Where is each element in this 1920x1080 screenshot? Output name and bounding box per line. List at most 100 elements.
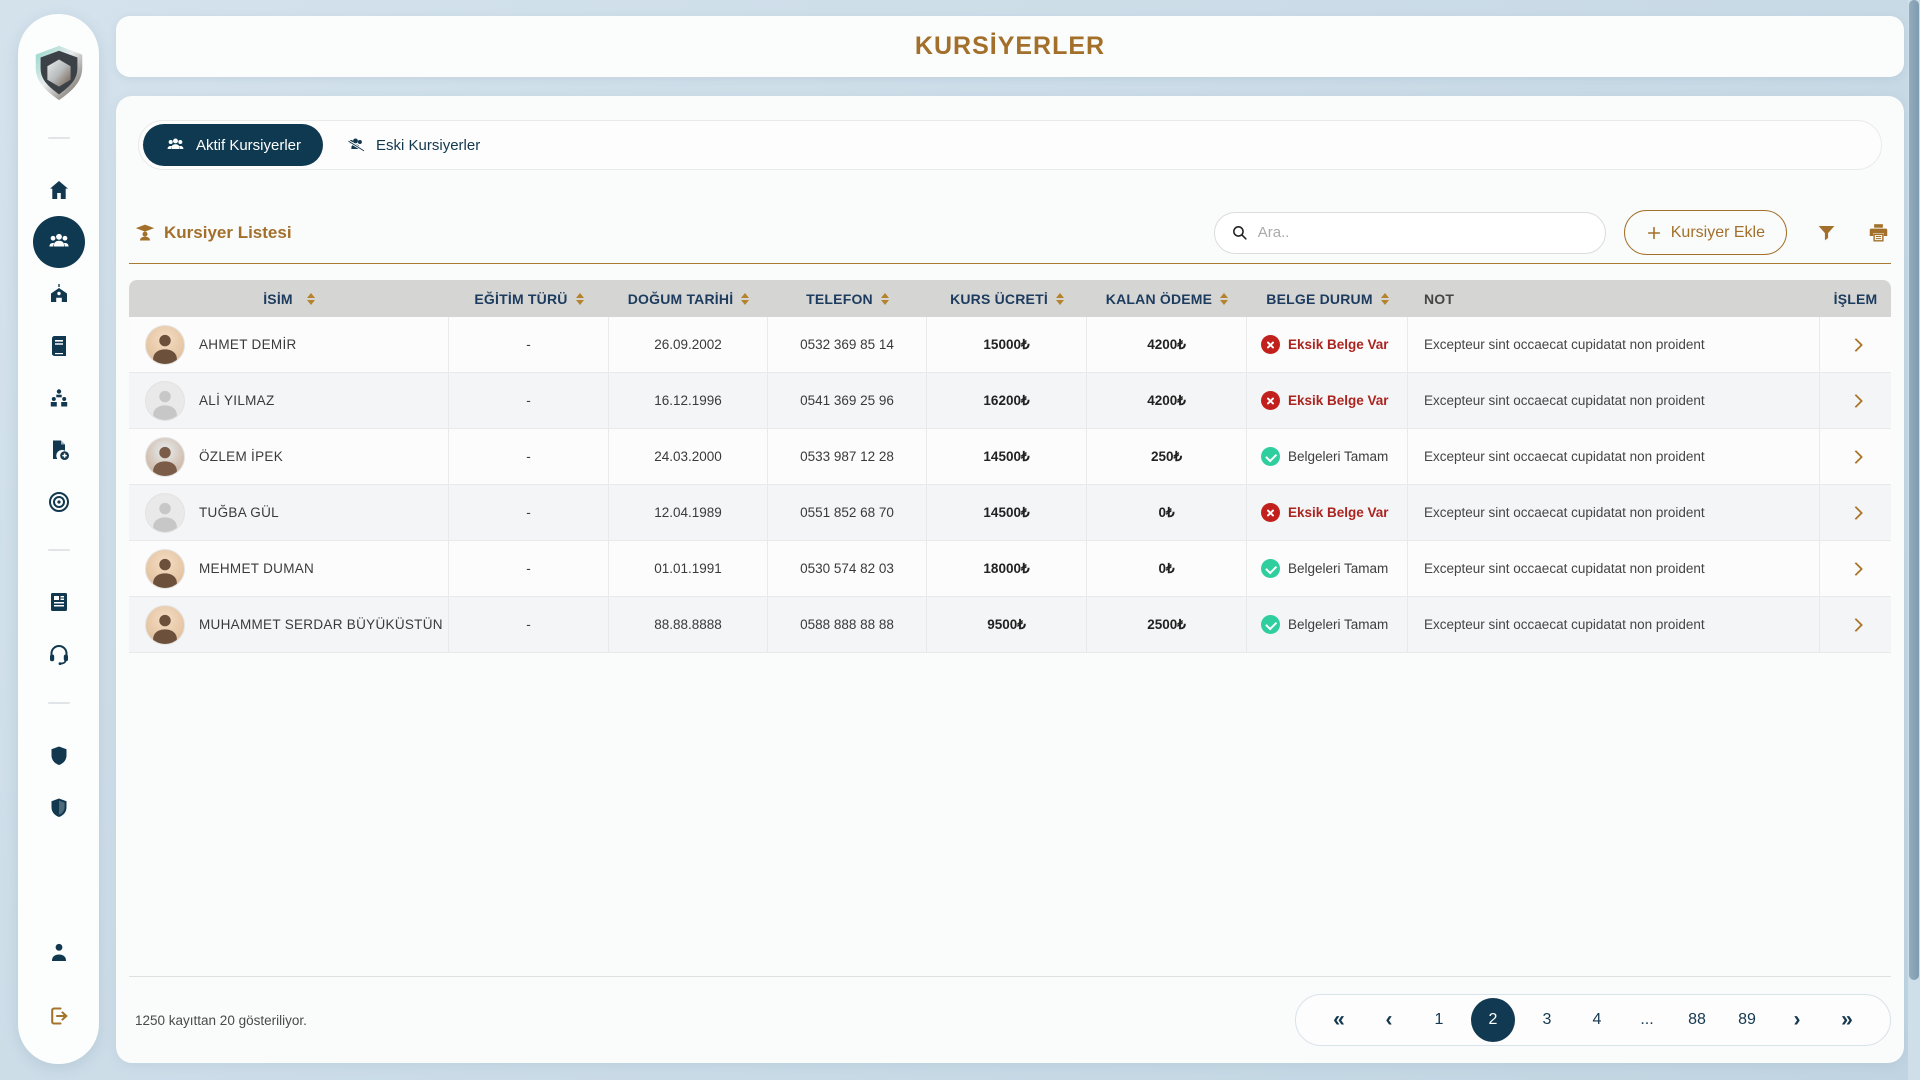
cell-egitim-turu: - bbox=[449, 317, 609, 372]
page-button-2[interactable]: 2 bbox=[1471, 998, 1515, 1042]
status-ok-icon bbox=[1261, 559, 1280, 578]
avatar-photo bbox=[145, 325, 185, 365]
sidebar-item-file-add[interactable] bbox=[33, 424, 85, 476]
column-header-belge[interactable]: BELGE DURUM bbox=[1247, 280, 1408, 317]
sidebar-item-users[interactable] bbox=[33, 216, 85, 268]
app-logo-shield bbox=[28, 42, 90, 104]
row-detail-chevron-icon[interactable] bbox=[1848, 393, 1862, 407]
cell-dogum-tarihi: 88.88.8888 bbox=[609, 597, 768, 652]
page-prev-button[interactable]: ‹ bbox=[1371, 998, 1407, 1042]
search-icon bbox=[1231, 224, 1248, 241]
table-row[interactable]: ALİ YILMAZ-16.12.19960541 369 25 9616200… bbox=[129, 373, 1891, 429]
gold-divider bbox=[129, 263, 1891, 264]
filter-icon bbox=[1816, 222, 1837, 243]
table-row[interactable]: MUHAMMET SERDAR BÜYÜKÜSTÜN-88.88.8888058… bbox=[129, 597, 1891, 653]
sidebar-item-shield2[interactable] bbox=[33, 782, 85, 834]
belge-status-label: Belgeleri Tamam bbox=[1288, 617, 1388, 632]
print-button[interactable] bbox=[1865, 220, 1891, 246]
sidebar-item-headset[interactable] bbox=[33, 628, 85, 680]
column-header-not: NOT bbox=[1408, 280, 1820, 317]
table-row[interactable]: MEHMET DUMAN-01.01.19910530 574 82 03180… bbox=[129, 541, 1891, 597]
row-detail-chevron-icon[interactable] bbox=[1848, 617, 1862, 631]
column-header-kalan[interactable]: KALAN ÖDEME bbox=[1087, 280, 1247, 317]
sidebar-item-profile[interactable] bbox=[33, 926, 85, 978]
column-header-tel[interactable]: TELEFON bbox=[768, 280, 927, 317]
tab-eski-kursiyerler[interactable]: Eski Kursiyerler bbox=[323, 124, 502, 166]
cell-kalan-odeme: 4200₺ bbox=[1087, 373, 1247, 428]
home-icon bbox=[47, 178, 71, 202]
belge-status-label: Belgeleri Tamam bbox=[1288, 561, 1388, 576]
search-input[interactable] bbox=[1258, 224, 1589, 241]
table-row[interactable]: TUĞBA GÜL-12.04.19890551 852 68 7014500₺… bbox=[129, 485, 1891, 541]
sidebar-item-book[interactable] bbox=[33, 320, 85, 372]
row-detail-chevron-icon[interactable] bbox=[1848, 449, 1862, 463]
row-detail-chevron-icon[interactable] bbox=[1848, 337, 1862, 351]
sort-arrows-icon[interactable] bbox=[307, 293, 315, 305]
page-scrollbar[interactable] bbox=[1908, 0, 1920, 1080]
tab-aktif-kursiyerler[interactable]: Aktif Kursiyerler bbox=[143, 124, 323, 166]
users-icon bbox=[165, 135, 186, 156]
sort-arrows-icon[interactable] bbox=[741, 293, 749, 305]
row-detail-chevron-icon[interactable] bbox=[1848, 505, 1862, 519]
belge-status-label: Belgeleri Tamam bbox=[1288, 449, 1388, 464]
sort-arrows-icon[interactable] bbox=[1220, 293, 1228, 305]
sidebar-item-logout[interactable] bbox=[33, 990, 85, 1042]
sidebar-nav-shields bbox=[33, 704, 85, 834]
table-row[interactable]: ÖZLEM İPEK-24.03.20000533 987 12 2814500… bbox=[129, 429, 1891, 485]
cell-telefon: 0541 369 25 96 bbox=[768, 373, 927, 428]
column-header-isim[interactable]: İSİM bbox=[129, 280, 449, 317]
cell-kalan-odeme: 0₺ bbox=[1087, 541, 1247, 596]
add-kursiyer-button[interactable]: Kursiyer Ekle bbox=[1624, 210, 1787, 255]
page-last-button[interactable]: » bbox=[1829, 998, 1865, 1042]
page-button-1[interactable]: 1 bbox=[1421, 998, 1457, 1042]
page-next-button[interactable]: › bbox=[1779, 998, 1815, 1042]
avatar-photo bbox=[145, 549, 185, 589]
page-ellipsis: ... bbox=[1629, 998, 1665, 1042]
cell-egitim-turu: - bbox=[449, 485, 609, 540]
page-button-88[interactable]: 88 bbox=[1679, 998, 1715, 1042]
column-label: İŞLEM bbox=[1834, 291, 1878, 307]
cell-not: Excepteur sint occaecat cupidatat non pr… bbox=[1408, 541, 1820, 596]
sidebar-item-home[interactable] bbox=[33, 164, 85, 216]
kursiyer-name: ALİ YILMAZ bbox=[199, 393, 275, 408]
sort-arrows-icon[interactable] bbox=[576, 293, 584, 305]
page-header: KURSİYERLER bbox=[116, 16, 1904, 77]
cell-dogum-tarihi: 16.12.1996 bbox=[609, 373, 768, 428]
table-row[interactable]: AHMET DEMİR-26.09.20020532 369 85 141500… bbox=[129, 317, 1891, 373]
sidebar-item-group[interactable] bbox=[33, 372, 85, 424]
page-first-button[interactable]: « bbox=[1321, 998, 1357, 1042]
cell-telefon: 0530 574 82 03 bbox=[768, 541, 927, 596]
column-header-islem: İŞLEM bbox=[1820, 280, 1891, 317]
sort-arrows-icon[interactable] bbox=[881, 293, 889, 305]
row-detail-chevron-icon[interactable] bbox=[1848, 561, 1862, 575]
page-button-3[interactable]: 3 bbox=[1529, 998, 1565, 1042]
column-header-ucret[interactable]: KURS ÜCRETİ bbox=[927, 280, 1087, 317]
cell-telefon: 0588 888 88 88 bbox=[768, 597, 927, 652]
filter-button[interactable] bbox=[1813, 220, 1839, 246]
scrollbar-thumb[interactable] bbox=[1909, 0, 1919, 980]
avatar-photo bbox=[145, 437, 185, 477]
person-silhouette-icon bbox=[146, 606, 184, 644]
page-button-4[interactable]: 4 bbox=[1579, 998, 1615, 1042]
page-button-89[interactable]: 89 bbox=[1729, 998, 1765, 1042]
cell-belge-durum: Eksik Belge Var bbox=[1247, 373, 1408, 428]
person-silhouette-icon bbox=[146, 494, 184, 532]
sort-arrows-icon[interactable] bbox=[1056, 293, 1064, 305]
tab-label: Eski Kursiyerler bbox=[376, 137, 480, 154]
column-header-dogum[interactable]: DOĞUM TARİHİ bbox=[609, 280, 768, 317]
sidebar-item-target[interactable] bbox=[33, 476, 85, 528]
column-header-egitim[interactable]: EĞİTİM TÜRÜ bbox=[449, 280, 609, 317]
sort-arrows-icon[interactable] bbox=[1381, 293, 1389, 305]
search-box bbox=[1214, 212, 1606, 254]
cell-name: AHMET DEMİR bbox=[129, 317, 449, 372]
sidebar-item-shield[interactable] bbox=[33, 730, 85, 782]
cell-kurs-ucreti: 18000₺ bbox=[927, 541, 1087, 596]
sidebar-item-school[interactable] bbox=[33, 268, 85, 320]
kursiyer-name: AHMET DEMİR bbox=[199, 337, 297, 352]
main-panel: Aktif Kursiyerler Eski Kursiyerler Kursi… bbox=[116, 96, 1904, 1063]
sidebar-item-news[interactable] bbox=[33, 576, 85, 628]
cell-belge-durum: Belgeleri Tamam bbox=[1247, 541, 1408, 596]
tab-bar: Aktif Kursiyerler Eski Kursiyerler bbox=[138, 120, 1882, 170]
file-add-icon bbox=[47, 438, 71, 462]
status-ok-icon bbox=[1261, 447, 1280, 466]
